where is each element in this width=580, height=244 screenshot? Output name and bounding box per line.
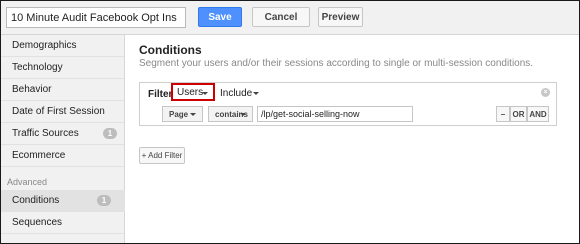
- segment-editor: Save Cancel Preview Demographics Technol…: [0, 0, 580, 244]
- scope-dropdown-value: Users: [177, 86, 204, 98]
- dimension-dropdown[interactable]: Page: [162, 106, 203, 122]
- chevron-down-icon: [240, 113, 246, 116]
- filter-label: Filter: [148, 89, 173, 100]
- sidebar-item-label: Demographics: [12, 40, 77, 51]
- count-badge: 1: [97, 195, 111, 206]
- sidebar-item-label: Traffic Sources: [12, 128, 79, 139]
- sidebar-item-behavior[interactable]: Behavior: [1, 79, 124, 101]
- sidebar-item-traffic-sources[interactable]: Traffic Sources 1: [1, 123, 124, 145]
- conditions-panel: Conditions Segment your users and/or the…: [125, 35, 579, 243]
- sidebar-item-conditions[interactable]: Conditions 1: [1, 190, 125, 212]
- filter-value-input[interactable]: [257, 106, 413, 122]
- chevron-down-icon: [190, 113, 196, 116]
- cancel-button[interactable]: Cancel: [252, 7, 310, 27]
- sidebar-item-ecommerce[interactable]: Ecommerce: [1, 145, 124, 167]
- top-bar: Save Cancel Preview: [1, 1, 579, 35]
- or-button[interactable]: OR: [510, 106, 527, 122]
- preview-button[interactable]: Preview: [318, 7, 363, 27]
- page-description: Segment your users and/or their sessions…: [139, 58, 534, 69]
- add-filter-button[interactable]: + Add Filter: [139, 147, 185, 164]
- page-title: Conditions: [139, 43, 202, 57]
- filter-box: Filter Users Include × Page contains – O…: [139, 82, 557, 126]
- remove-filter-icon[interactable]: ×: [541, 88, 550, 97]
- save-button[interactable]: Save: [198, 7, 242, 27]
- dimension-dropdown-value: Page: [169, 109, 189, 119]
- sidebar-item-label: Date of First Session: [12, 106, 105, 117]
- sidebar-item-sequences[interactable]: Sequences: [1, 212, 124, 234]
- chevron-down-icon: [202, 92, 208, 95]
- chevron-down-icon[interactable]: [253, 92, 259, 95]
- sidebar-item-label: Conditions: [12, 195, 60, 206]
- scope-dropdown[interactable]: Users: [171, 83, 215, 101]
- remove-condition-button[interactable]: –: [496, 106, 510, 122]
- and-button[interactable]: AND: [527, 106, 549, 122]
- sidebar-item-label: Sequences: [12, 217, 63, 228]
- sidebar-item-date-of-first-session[interactable]: Date of First Session: [1, 101, 124, 123]
- sidebar-item-label: Behavior: [12, 84, 52, 95]
- segment-name-input[interactable]: [6, 7, 186, 28]
- count-badge: 1: [103, 128, 117, 139]
- operator-dropdown[interactable]: contains: [208, 106, 253, 122]
- sidebar-item-label: Technology: [12, 62, 63, 73]
- sidebar-item-demographics[interactable]: Demographics: [1, 35, 124, 57]
- include-dropdown[interactable]: Include: [220, 88, 252, 99]
- advanced-section-label: Advanced: [7, 177, 48, 187]
- sidebar: Demographics Technology Behavior Date of…: [1, 35, 125, 243]
- sidebar-item-label: Ecommerce: [12, 150, 66, 161]
- sidebar-item-technology[interactable]: Technology: [1, 57, 124, 79]
